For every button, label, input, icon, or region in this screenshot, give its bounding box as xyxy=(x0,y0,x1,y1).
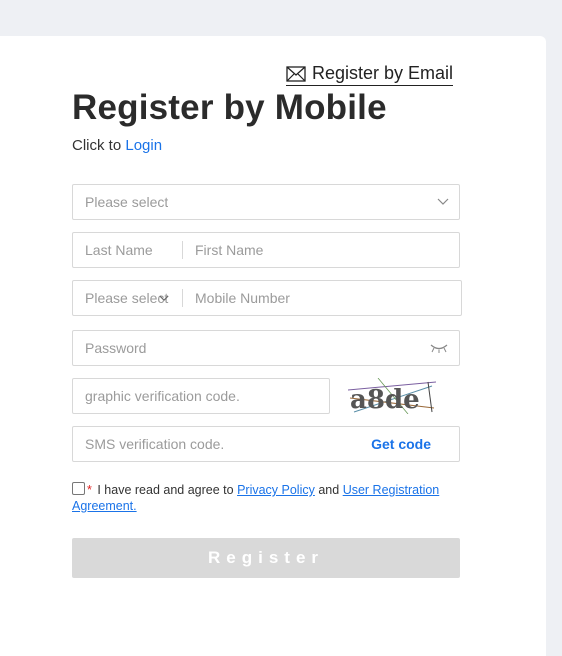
password-input[interactable]: Password xyxy=(85,331,146,365)
register-button[interactable]: Register xyxy=(72,538,460,578)
login-prefix: Click to xyxy=(72,137,122,154)
agree-checkbox[interactable] xyxy=(72,482,85,495)
captcha-text: a8de xyxy=(350,385,420,414)
register-by-email-label: Register by Email xyxy=(312,63,454,83)
last-name-input[interactable]: Last Name xyxy=(85,233,153,267)
get-code-button[interactable]: Get code xyxy=(371,427,431,461)
field-divider xyxy=(182,241,183,259)
first-name-input[interactable]: First Name xyxy=(195,233,263,267)
page-title: Register by Mobile xyxy=(72,88,387,127)
password-field[interactable]: Password xyxy=(72,330,460,366)
sms-code-input[interactable]: SMS verification code. xyxy=(85,427,224,461)
captcha-image[interactable]: a8de xyxy=(347,377,437,415)
login-link[interactable]: Login xyxy=(125,137,162,154)
field-divider xyxy=(182,289,183,307)
agreement-text: I have read and agree to xyxy=(97,483,234,497)
login-prompt: Click to Login xyxy=(72,137,162,154)
agreement-and: and xyxy=(318,483,340,497)
register-by-email-link[interactable]: Register by Email xyxy=(286,63,454,86)
name-field-group: Last Name First Name xyxy=(72,232,460,268)
graphic-code-field[interactable]: graphic verification code. xyxy=(72,378,330,414)
mobile-number-input[interactable]: Mobile Number xyxy=(195,281,290,315)
country-select[interactable]: Please select xyxy=(72,184,460,220)
mobile-field-group: Please select Mobile Number xyxy=(72,280,462,316)
country-select-value: Please select xyxy=(85,194,169,210)
mail-icon xyxy=(286,65,306,82)
country-code-select[interactable]: Please select xyxy=(85,281,169,315)
privacy-policy-link[interactable]: Privacy Policy xyxy=(237,483,315,497)
sms-code-field[interactable]: SMS verification code. Get code xyxy=(72,426,460,462)
graphic-code-input[interactable]: graphic verification code. xyxy=(85,379,240,413)
agreement-line: * I have read and agree to Privacy Polic… xyxy=(72,482,462,514)
required-mark: * xyxy=(87,483,92,497)
